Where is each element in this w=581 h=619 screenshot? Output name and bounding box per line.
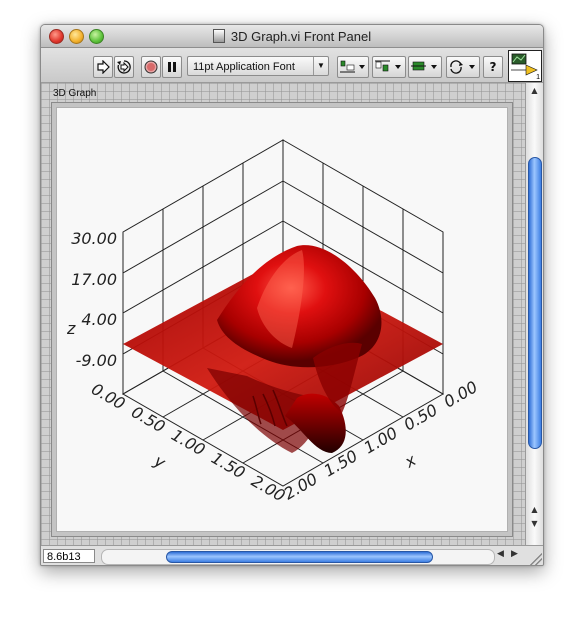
scroll-left-arrow-icon[interactable]: ◀ <box>497 549 504 559</box>
pause-icon[interactable] <box>162 56 182 78</box>
scroll-up-arrow-icon[interactable]: ▲ <box>528 505 541 517</box>
font-selector[interactable]: 11pt Application Font ▼ <box>187 56 329 76</box>
y-tick-1: 0.50 <box>128 402 168 436</box>
graph-label: 3D Graph <box>53 88 97 99</box>
z-tick-1: 17.00 <box>71 270 117 289</box>
z-axis-name: z <box>66 319 76 338</box>
x-tick-2: 1.00 <box>361 423 401 457</box>
horizontal-scrollbar[interactable] <box>101 549 495 565</box>
y-tick-2: 1.00 <box>168 425 208 459</box>
run-continuously-icon[interactable] <box>114 56 134 78</box>
vi-icon[interactable]: 1 <box>508 50 542 82</box>
vi-icon-connector-number: 1 <box>536 74 540 81</box>
vertical-scrollbar[interactable]: ▲ ▲ ▼ <box>525 83 543 545</box>
y-tick-0: 0.00 <box>88 379 128 413</box>
scroll-down-arrow-icon[interactable]: ▼ <box>528 519 541 531</box>
help-button[interactable]: ? <box>483 56 503 78</box>
vi-front-panel-window: 3D Graph.vi Front Panel 11pt Application… <box>40 24 544 566</box>
x-axis-name: x <box>401 450 420 472</box>
z-tick-3: -9.00 <box>76 351 117 370</box>
x-tick-0: 0.00 <box>441 377 481 411</box>
run-arrow-icon[interactable] <box>93 56 113 78</box>
scroll-right-arrow-icon[interactable]: ▶ <box>511 549 518 559</box>
z-tick-0: 30.00 <box>71 229 117 248</box>
window-title: 3D Graph.vi Front Panel <box>41 29 543 44</box>
resize-grip-icon[interactable] <box>530 553 542 565</box>
3d-surface-plot: 30.00 17.00 4.00 -9.00 z 0.00 0.50 1.00 … <box>66 139 481 505</box>
3d-graph-plot-area[interactable]: 30.00 17.00 4.00 -9.00 z 0.00 0.50 1.00 … <box>56 107 508 532</box>
vi-document-icon <box>212 29 225 43</box>
font-selector-label: 11pt Application Font <box>193 61 295 73</box>
horizontal-scroll-thumb[interactable] <box>166 551 433 563</box>
window-title-text: 3D Graph.vi Front Panel <box>230 29 372 44</box>
abort-icon[interactable] <box>141 56 161 78</box>
x-tick-1: 0.50 <box>401 400 441 434</box>
help-icon: ? <box>489 60 497 74</box>
resize-objects-icon[interactable] <box>408 56 442 78</box>
distribute-objects-icon[interactable] <box>372 56 406 78</box>
front-panel-canvas: 3D Graph 30.00 17.00 4.00 -9.00 z 0.00 0… <box>41 83 525 545</box>
y-axis-name: y <box>150 451 169 473</box>
status-bar: 8.6b13 ◀ ▶ <box>41 545 543 565</box>
z-tick-2: 4.00 <box>81 310 117 329</box>
vertical-scroll-thumb[interactable] <box>528 157 542 449</box>
align-objects-icon[interactable] <box>337 56 369 78</box>
scroll-top-cap-icon: ▲ <box>531 86 538 95</box>
reorder-icon[interactable] <box>446 56 480 78</box>
toolbar: 11pt Application Font ▼ ? 1 <box>41 48 543 83</box>
version-indicator: 8.6b13 <box>43 549 95 563</box>
title-bar[interactable]: 3D Graph.vi Front Panel <box>41 25 543 48</box>
x-tick-4: 2.00 <box>281 469 321 503</box>
3d-graph-control[interactable]: 30.00 17.00 4.00 -9.00 z 0.00 0.50 1.00 … <box>51 102 513 537</box>
y-tick-3: 1.50 <box>208 448 248 482</box>
chevron-down-icon: ▼ <box>313 57 328 75</box>
